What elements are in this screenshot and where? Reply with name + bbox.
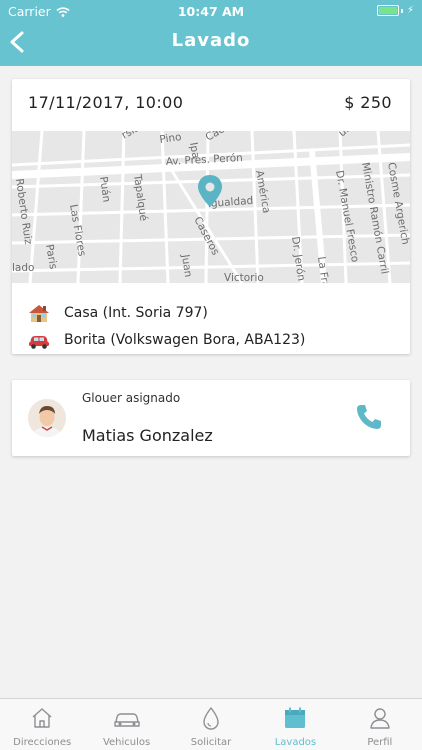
assignee-label: Glouer asignado — [82, 391, 181, 405]
calendar-icon — [285, 707, 306, 728]
status-time: 10:47 AM — [177, 4, 245, 19]
assignee-name: Matias Gonzalez — [82, 426, 213, 445]
wash-datetime: 17/11/2017, 10:00 — [28, 93, 184, 112]
address-text: Casa (Int. Soria 797) — [64, 305, 208, 321]
tab-label: Lavados — [274, 737, 317, 748]
tab-bar: Direcciones Vehiculos Solicitar Lavados … — [0, 698, 422, 750]
battery-icon: ⚡ — [376, 5, 414, 16]
avatar — [28, 399, 66, 437]
wash-detail-card: 17/11/2017, 10:00 $ 250 Av. Pres. Perón … — [12, 79, 410, 354]
vehicle-row: Borita (Volkswagen Bora, ABA123) — [28, 330, 305, 350]
tab-solicitar[interactable]: Solicitar — [169, 699, 253, 750]
tab-label: Direcciones — [13, 737, 72, 748]
location-map[interactable]: Av. Pres. Perón Igualdad América Caseros… — [12, 131, 410, 283]
person-icon — [370, 708, 390, 729]
assignee-card: Glouer asignado Matias Gonzalez — [12, 380, 410, 456]
navigation-bar: Carrier 10:47 AM ⚡ Lavado — [0, 0, 422, 66]
drop-icon — [203, 706, 219, 730]
status-bar: Carrier 10:47 AM ⚡ — [0, 0, 422, 22]
tab-perfil[interactable]: Perfil — [338, 699, 422, 750]
address-row: Casa (Int. Soria 797) — [28, 303, 208, 323]
tab-lavados[interactable]: Lavados — [253, 699, 337, 750]
tab-vehiculos[interactable]: Vehiculos — [84, 699, 168, 750]
car-outline-icon — [113, 713, 140, 727]
house-outline-icon — [32, 708, 52, 728]
tab-label: Vehiculos — [102, 737, 151, 748]
tab-direcciones[interactable]: Direcciones — [0, 699, 84, 750]
phone-icon[interactable] — [354, 402, 384, 432]
page-title: Lavado — [171, 30, 251, 51]
car-icon — [29, 336, 49, 349]
vehicle-text: Borita (Volkswagen Bora, ABA123) — [64, 332, 306, 348]
map-label: lado — [12, 262, 34, 274]
wash-price: $ 250 — [344, 93, 392, 112]
house-icon — [29, 305, 49, 322]
map-graphic: Av. Pres. Perón Igualdad América Caseros… — [12, 131, 410, 283]
tab-label: Solicitar — [190, 737, 232, 748]
tab-label: Perfil — [367, 737, 393, 748]
map-label: Victorio — [224, 272, 264, 283]
